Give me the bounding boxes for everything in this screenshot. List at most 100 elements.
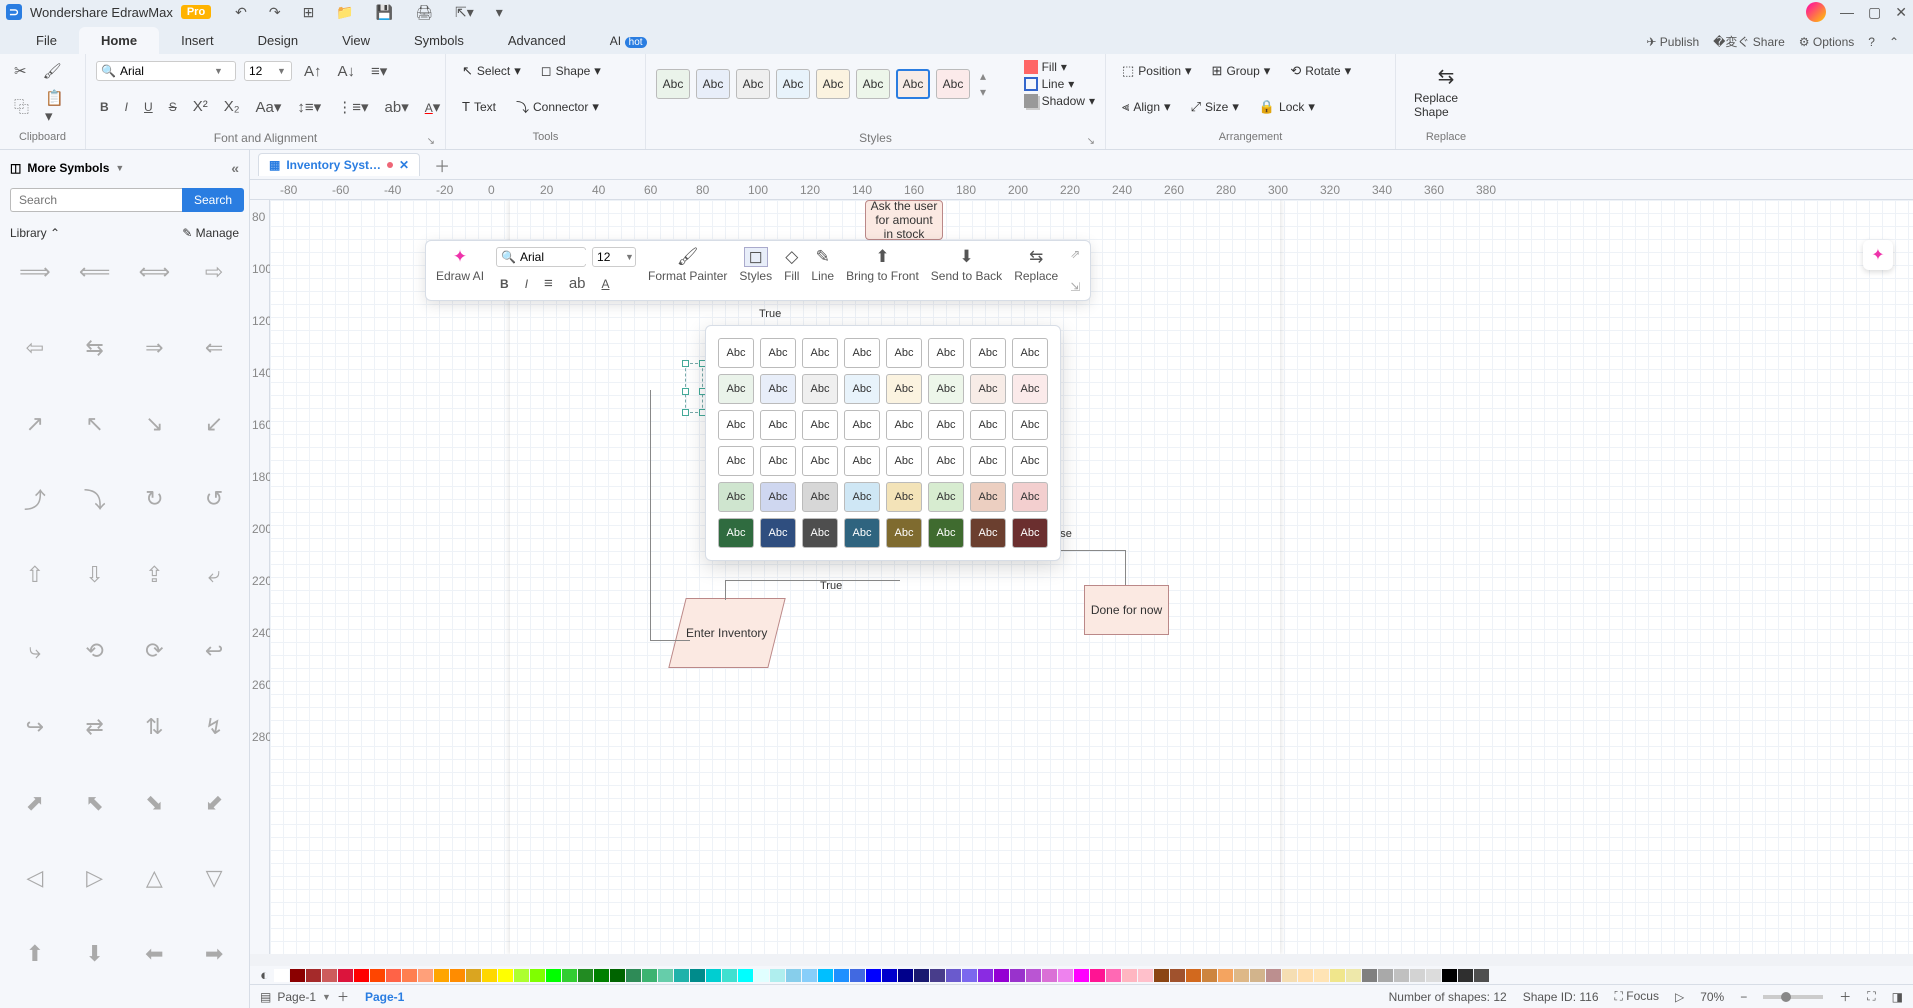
position-button[interactable]: ⬚ Position ▾: [1116, 60, 1198, 82]
color-swatch[interactable]: [690, 969, 705, 982]
select-tool-button[interactable]: ↖ Select ▾: [456, 60, 527, 82]
shape-stencil[interactable]: ⟲: [68, 631, 122, 671]
highlight-button[interactable]: ab▾: [381, 96, 413, 118]
zoom-in-button[interactable]: ＋: [1839, 988, 1851, 1005]
color-swatch[interactable]: [1362, 969, 1377, 982]
shape-stencil[interactable]: ⤵: [68, 479, 122, 519]
style-swatch-selected[interactable]: Abc: [896, 69, 930, 99]
color-swatch[interactable]: [722, 969, 737, 982]
user-avatar[interactable]: [1806, 2, 1826, 22]
shape-stencil[interactable]: ↺: [187, 479, 241, 519]
color-swatch[interactable]: [1042, 969, 1057, 982]
zoom-slider[interactable]: [1763, 995, 1823, 999]
color-swatch[interactable]: [898, 969, 913, 982]
color-swatch[interactable]: [498, 969, 513, 982]
color-swatch[interactable]: [1202, 969, 1217, 982]
superscript-button[interactable]: X²: [189, 96, 212, 117]
color-swatch[interactable]: [1410, 969, 1425, 982]
color-swatch[interactable]: [418, 969, 433, 982]
color-swatch[interactable]: [594, 969, 609, 982]
style-popup-swatch[interactable]: Abc: [760, 338, 796, 368]
shape-stencil[interactable]: ⬋: [187, 783, 241, 823]
doc-tab-active[interactable]: ▦Inventory Syst…✕: [258, 153, 420, 176]
shape-done[interactable]: Done for now: [1084, 585, 1169, 635]
add-page-button[interactable]: ＋: [337, 988, 349, 1005]
shape-stencil[interactable]: ↖: [68, 404, 122, 444]
color-swatch[interactable]: [1170, 969, 1185, 982]
style-popup-swatch[interactable]: Abc: [928, 374, 964, 404]
library-label[interactable]: Library ⌃: [10, 226, 60, 240]
color-swatch[interactable]: [1218, 969, 1233, 982]
color-swatch[interactable]: [1250, 969, 1265, 982]
color-swatch[interactable]: [1378, 969, 1393, 982]
shape-stencil[interactable]: ⬅: [128, 934, 182, 974]
style-popup-swatch[interactable]: Abc: [802, 518, 838, 548]
shape-stencil[interactable]: ⇪: [128, 555, 182, 595]
style-popup-swatch[interactable]: Abc: [886, 446, 922, 476]
style-popup-swatch[interactable]: Abc: [1012, 374, 1048, 404]
style-popup-swatch[interactable]: Abc: [802, 374, 838, 404]
shape-stencil[interactable]: ⤶: [187, 555, 241, 595]
lock-button[interactable]: 🔒 Lock ▾: [1253, 96, 1321, 118]
panel-title[interactable]: More Symbols: [27, 161, 109, 175]
style-popup-swatch[interactable]: Abc: [928, 338, 964, 368]
shape-tool-button[interactable]: ◻ Shape ▾: [535, 60, 607, 82]
style-popup-swatch[interactable]: Abc: [844, 338, 880, 368]
style-popup-swatch[interactable]: Abc: [886, 518, 922, 548]
bullets-button[interactable]: ⋮≡▾: [333, 96, 372, 118]
shape-stencil[interactable]: ↘: [128, 404, 182, 444]
style-popup-swatch[interactable]: Abc: [970, 446, 1006, 476]
color-swatch[interactable]: [322, 969, 337, 982]
style-popup-swatch[interactable]: Abc: [844, 518, 880, 548]
text-tool-button[interactable]: T Text: [456, 96, 502, 117]
tab-ai[interactable]: AI hot: [588, 27, 669, 54]
color-swatch[interactable]: [786, 969, 801, 982]
shape-stencil[interactable]: ⇩: [68, 555, 122, 595]
color-swatch[interactable]: [1122, 969, 1137, 982]
save-button[interactable]: 💾: [372, 2, 397, 23]
style-popup-swatch[interactable]: Abc: [1012, 518, 1048, 548]
style-popup-swatch[interactable]: Abc: [844, 482, 880, 512]
shape-stencil[interactable]: ⇒: [128, 328, 182, 368]
shape-stencil[interactable]: ◁: [8, 858, 62, 898]
shape-stencil[interactable]: ⇨: [187, 252, 241, 292]
color-swatch[interactable]: [482, 969, 497, 982]
color-swatch[interactable]: [674, 969, 689, 982]
copy-button[interactable]: ⿻: [10, 94, 33, 119]
color-swatch[interactable]: [450, 969, 465, 982]
shape-stencil[interactable]: ⇅: [128, 707, 182, 747]
italic-button[interactable]: I: [121, 96, 132, 117]
style-popup-swatch[interactable]: Abc: [1012, 482, 1048, 512]
color-swatch[interactable]: [274, 969, 289, 982]
style-popup-swatch[interactable]: Abc: [970, 410, 1006, 440]
toggle-panel-button[interactable]: ◨: [1892, 990, 1903, 1004]
color-swatch[interactable]: [738, 969, 753, 982]
style-popup-swatch[interactable]: Abc: [928, 446, 964, 476]
color-swatch[interactable]: [882, 969, 897, 982]
connector[interactable]: [650, 390, 651, 640]
ai-floating-button[interactable]: ✦: [1863, 240, 1893, 270]
style-popup-swatch[interactable]: Abc: [718, 410, 754, 440]
mini-highlight[interactable]: ab: [565, 273, 590, 294]
color-swatch[interactable]: [1234, 969, 1249, 982]
color-swatch[interactable]: [562, 969, 577, 982]
shape-stencil[interactable]: ↪: [8, 707, 62, 747]
color-swatch[interactable]: [530, 969, 545, 982]
increase-font-button[interactable]: A↑: [300, 61, 326, 82]
mini-italic[interactable]: I: [521, 273, 532, 294]
open-button[interactable]: 📁: [332, 2, 357, 23]
color-swatch[interactable]: [338, 969, 353, 982]
shape-enter-inventory[interactable]: Enter Inventory: [668, 598, 785, 668]
shape-stencil[interactable]: ↗: [8, 404, 62, 444]
color-swatch[interactable]: [1010, 969, 1025, 982]
style-popup-swatch[interactable]: Abc: [886, 338, 922, 368]
font-size-select[interactable]: ▼: [244, 61, 292, 81]
style-popup-swatch[interactable]: Abc: [886, 482, 922, 512]
add-tab-button[interactable]: ＋: [428, 153, 456, 177]
send-back-icon[interactable]: ⬇: [959, 247, 973, 267]
color-swatch[interactable]: [834, 969, 849, 982]
style-popup[interactable]: AbcAbcAbcAbcAbcAbcAbcAbcAbcAbcAbcAbcAbcA…: [705, 325, 1061, 561]
new-button[interactable]: ⊞: [299, 2, 319, 23]
share-button[interactable]: �変ぐ Share: [1713, 33, 1785, 50]
style-swatch[interactable]: Abc: [736, 69, 770, 99]
